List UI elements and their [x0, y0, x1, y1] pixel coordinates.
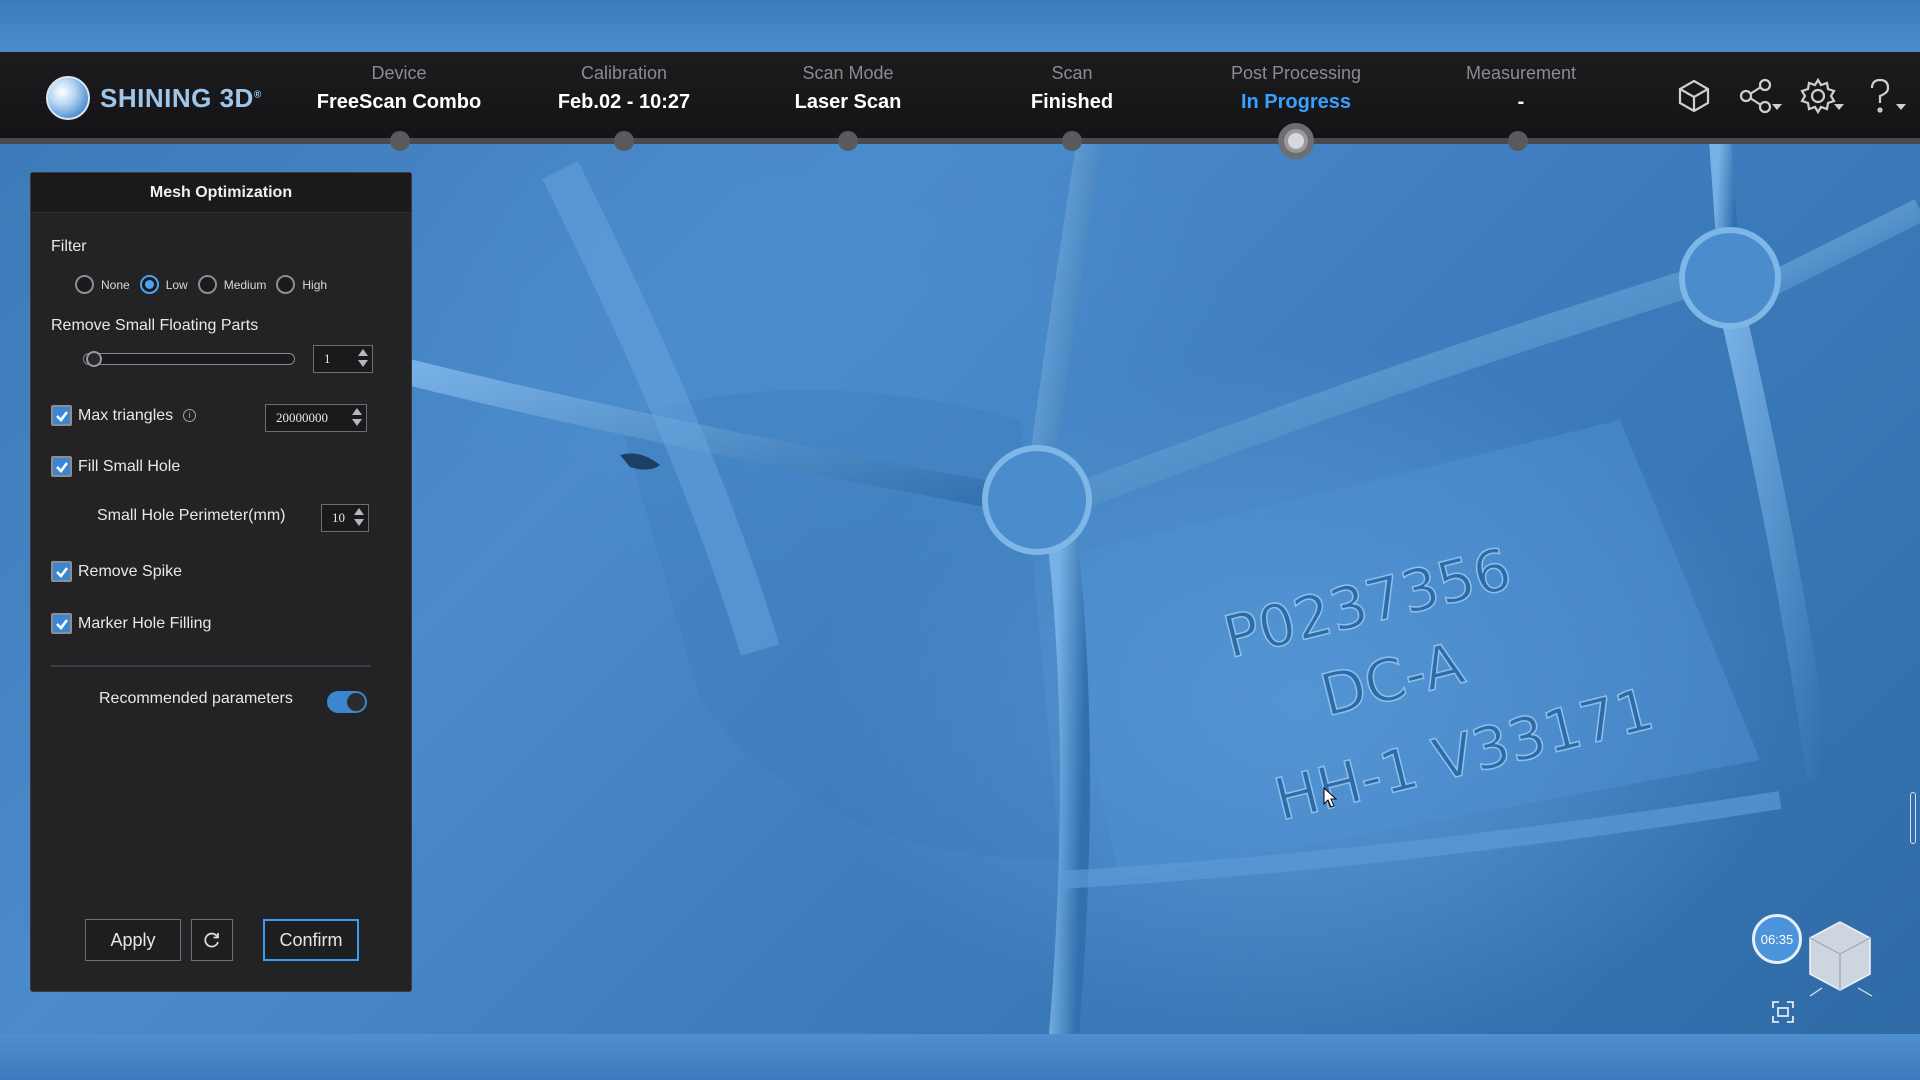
- step-post-processing[interactable]: Post Processing In Progress: [1186, 62, 1406, 114]
- remove-spike-label: Remove Spike: [78, 562, 183, 580]
- step-label: Post Processing: [1230, 63, 1362, 83]
- step-dot-calibration[interactable]: [614, 131, 634, 151]
- step-value: FreeScan Combo: [316, 91, 482, 113]
- header-toolbar: [1672, 74, 1906, 118]
- chevron-down-icon: [1834, 104, 1844, 110]
- max-triangles-checkbox[interactable]: Max triangles i: [51, 405, 197, 426]
- max-triangles-input[interactable]: 20000000: [265, 404, 367, 432]
- brand-mark: ®: [253, 88, 262, 100]
- step-dot-measurement[interactable]: [1508, 131, 1528, 151]
- checkbox-checked-icon: [51, 456, 72, 477]
- stepper-value: 10: [332, 510, 345, 525]
- stepper-down-icon[interactable]: [352, 419, 362, 426]
- step-label: Calibration: [580, 63, 668, 83]
- mouse-pointer-icon: [1323, 787, 1337, 808]
- viewport-top-strip: [0, 0, 1920, 52]
- marker-hole-filling-label: Marker Hole Filling: [78, 614, 212, 632]
- hole-perimeter-stepper[interactable]: 10: [321, 504, 369, 532]
- viewport-bottom-strip: [0, 1034, 1920, 1080]
- step-device[interactable]: Device FreeScan Combo: [289, 62, 509, 114]
- stepper-up-icon[interactable]: [358, 349, 368, 356]
- remove-spike-checkbox[interactable]: Remove Spike: [51, 561, 182, 582]
- chevron-down-icon: [1772, 104, 1782, 110]
- panel-title: Mesh Optimization: [31, 173, 411, 213]
- radio-icon: [75, 275, 94, 294]
- filter-option-none[interactable]: None: [75, 275, 130, 294]
- progress-rail: [0, 138, 1920, 144]
- toggle-knob: [347, 693, 365, 711]
- view-cube-icon[interactable]: [1800, 918, 1880, 998]
- marker-hole-filling-checkbox[interactable]: Marker Hole Filling: [51, 613, 211, 634]
- step-value: Finished: [1030, 91, 1114, 113]
- step-label: Measurement: [1465, 63, 1577, 83]
- step-value: -: [1517, 91, 1525, 113]
- confirm-button[interactable]: Confirm: [263, 919, 359, 961]
- step-dot-device[interactable]: [390, 131, 410, 151]
- step-dot-post-processing[interactable]: [1278, 123, 1314, 159]
- radio-icon: [276, 275, 296, 294]
- refresh-icon: [204, 932, 219, 948]
- chevron-down-icon: [1896, 104, 1906, 110]
- checkbox-checked-icon: [51, 561, 72, 582]
- filter-radio-group: None Low Medium High: [75, 275, 327, 294]
- step-dot-scan-mode[interactable]: [838, 131, 858, 151]
- globe-icon: [46, 76, 90, 120]
- filter-option-high[interactable]: High: [276, 275, 327, 294]
- step-label: Scan Mode: [802, 63, 894, 83]
- checkbox-checked-icon: [51, 405, 72, 426]
- filter-option-medium[interactable]: Medium: [197, 275, 267, 294]
- radio-selected-icon: [139, 275, 159, 294]
- mesh-optimization-panel: Mesh Optimization Filter None Low Medium…: [30, 172, 412, 992]
- filter-label: Filter: [51, 238, 87, 255]
- filter-option-label: None: [101, 277, 130, 292]
- step-value: Feb.02 - 10:27: [557, 91, 691, 113]
- stepper-value: 1: [324, 351, 331, 366]
- stepper-up-icon[interactable]: [354, 508, 364, 515]
- stepper-value: 20000000: [276, 410, 328, 425]
- timer-badge: 06:35: [1752, 914, 1802, 964]
- help-icon[interactable]: [1858, 74, 1906, 118]
- filter-option-label: Low: [165, 277, 188, 292]
- step-value: In Progress: [1240, 91, 1352, 113]
- stepper-down-icon[interactable]: [354, 519, 364, 526]
- step-label: Device: [371, 63, 427, 83]
- share-icon[interactable]: [1734, 74, 1782, 118]
- viewport-scrollbar[interactable]: [1910, 792, 1916, 844]
- brand-logo: SHINING 3D®: [46, 76, 262, 120]
- reset-button[interactable]: [191, 919, 233, 961]
- recommended-params-toggle[interactable]: [327, 691, 367, 713]
- floating-parts-stepper[interactable]: 1: [313, 345, 373, 373]
- panel-divider: [51, 665, 371, 667]
- radio-icon: [197, 275, 217, 294]
- filter-option-label: Medium: [223, 277, 267, 292]
- floating-parts-slider[interactable]: [83, 351, 295, 367]
- hole-perimeter-label: Small Hole Perimeter(mm): [97, 507, 286, 524]
- settings-icon[interactable]: [1796, 74, 1844, 118]
- step-value: Laser Scan: [794, 91, 902, 113]
- fill-small-hole-label: Fill Small Hole: [78, 457, 181, 475]
- fit-view-icon[interactable]: [1771, 1000, 1795, 1024]
- slider-handle[interactable]: [86, 351, 102, 367]
- fill-small-hole-checkbox[interactable]: Fill Small Hole: [51, 456, 180, 477]
- brand-name: SHINING 3D: [100, 82, 254, 113]
- max-triangles-label: Max triangles: [78, 406, 174, 424]
- step-label: Scan: [1051, 63, 1093, 83]
- floating-parts-label: Remove Small Floating Parts: [51, 317, 259, 334]
- info-icon[interactable]: i: [183, 409, 197, 422]
- step-dot-scan[interactable]: [1062, 131, 1082, 151]
- apply-button[interactable]: Apply: [85, 919, 181, 961]
- stepper-down-icon[interactable]: [358, 360, 368, 367]
- step-calibration[interactable]: Calibration Feb.02 - 10:27: [514, 62, 734, 114]
- step-measurement[interactable]: Measurement -: [1411, 62, 1631, 114]
- filter-option-label: High: [302, 277, 328, 292]
- new-model-icon[interactable]: [1672, 74, 1716, 118]
- filter-option-low[interactable]: Low: [139, 275, 188, 294]
- step-scan[interactable]: Scan Finished: [962, 62, 1182, 114]
- workflow-header: SHINING 3D® Device FreeScan Combo Calibr…: [0, 52, 1920, 138]
- checkbox-checked-icon: [51, 613, 72, 634]
- step-scan-mode[interactable]: Scan Mode Laser Scan: [738, 62, 958, 114]
- stepper-up-icon[interactable]: [352, 408, 362, 415]
- recommended-params-label: Recommended parameters: [99, 690, 293, 707]
